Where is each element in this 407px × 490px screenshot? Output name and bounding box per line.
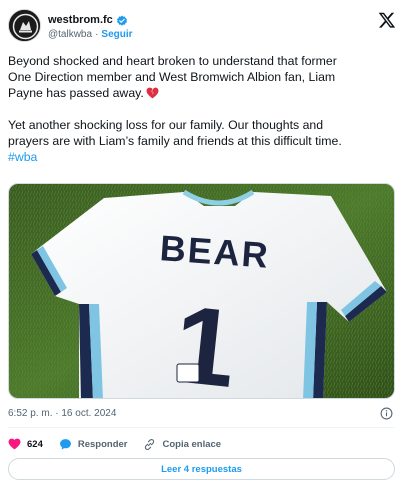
tweet-line: One Direction member and West Bromwich A… <box>8 70 336 84</box>
x-logo-icon[interactable] <box>378 11 396 29</box>
info-icon[interactable] <box>380 407 393 420</box>
copy-link-button[interactable]: Copia enlace <box>143 438 221 451</box>
like-button[interactable]: 624 <box>8 438 43 450</box>
tweet-line: Beyond shocked and heart broken to under… <box>8 54 337 68</box>
tweet-photo[interactable]: BEAR 1 <box>8 183 395 399</box>
author-names: westbrom.fc @talkwba · Seguir <box>48 12 133 41</box>
tweet-line: prayers are with Liam’s family and frien… <box>8 134 342 148</box>
tweet-timestamp[interactable]: 6:52 p. m. · 16 oct. 2024 <box>8 408 116 419</box>
broken-heart-icon <box>146 87 159 99</box>
copy-link-label: Copia enlace <box>162 438 222 450</box>
hashtag-link[interactable]: #wba <box>8 150 37 164</box>
avatar[interactable] <box>8 9 41 42</box>
heart-icon <box>8 438 21 450</box>
tweet-text: Beyond shocked and heart broken to under… <box>8 53 400 165</box>
separator-dot: · <box>95 29 99 40</box>
author-handle[interactable]: @talkwba <box>48 29 92 40</box>
tweet-actions: 624 Responder Copia enlace <box>8 436 237 452</box>
link-icon <box>145 438 155 450</box>
reply-button[interactable]: Responder <box>59 438 128 451</box>
shirt-name-text: BEAR <box>159 227 272 276</box>
tweet-meta: 6:52 p. m. · 16 oct. 2024 <box>8 407 395 422</box>
like-count: 624 <box>27 438 43 450</box>
tweet-header: westbrom.fc @talkwba · Seguir <box>8 9 400 45</box>
tweet-line-with-emoji: Payne has passed away. <box>8 85 400 101</box>
verified-badge-icon <box>116 14 128 26</box>
reply-bubble-icon <box>59 438 71 450</box>
divider <box>8 427 395 428</box>
reply-label: Responder <box>77 438 128 450</box>
follow-button[interactable]: Seguir <box>101 29 132 40</box>
author-display-name[interactable]: westbrom.fc <box>48 14 113 26</box>
tweet-line: Yet another shocking loss for our family… <box>8 118 324 132</box>
read-replies-button[interactable]: Leer 4 respuestas <box>8 458 395 480</box>
tweet-card: westbrom.fc @talkwba · Seguir Beyond sho <box>0 0 407 490</box>
tweet-line: Payne has passed away. <box>8 86 144 100</box>
